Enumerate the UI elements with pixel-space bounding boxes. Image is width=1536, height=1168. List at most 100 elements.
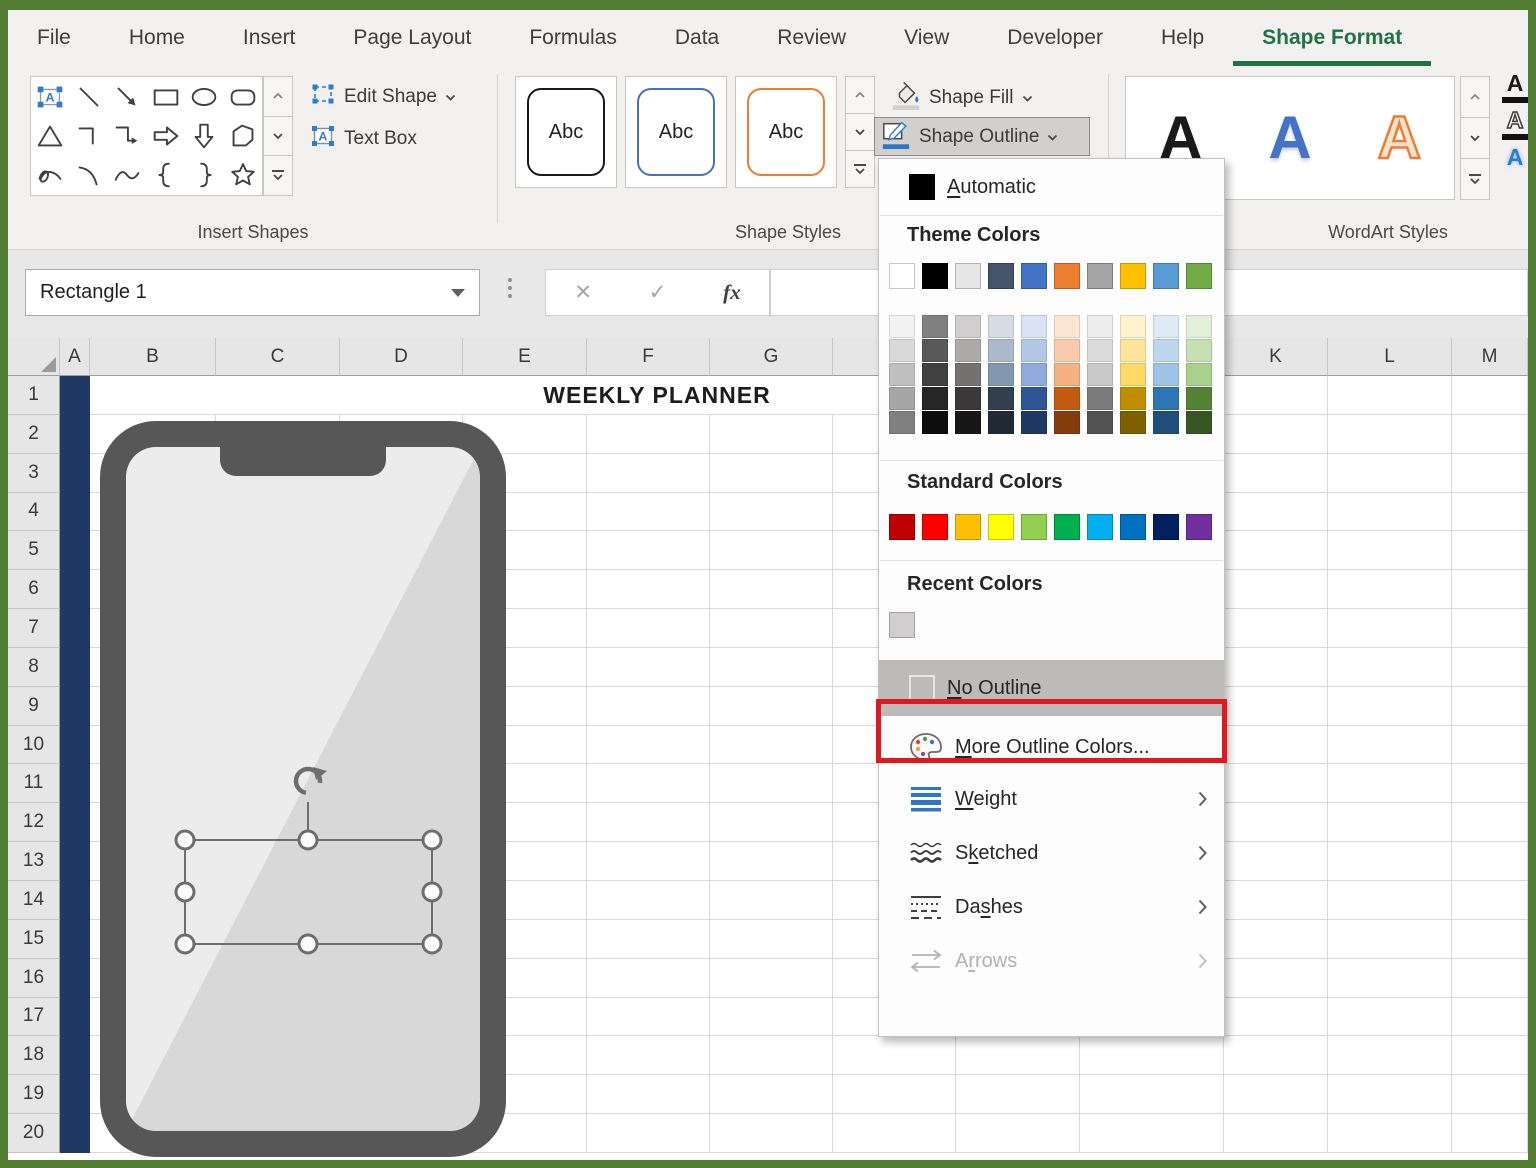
- standard-color-swatch[interactable]: [1120, 514, 1146, 540]
- text-outline-button[interactable]: A: [1500, 109, 1530, 140]
- theme-variant-swatch[interactable]: [1120, 315, 1146, 338]
- tab-view[interactable]: View: [875, 10, 978, 66]
- theme-variant-swatch[interactable]: [1186, 315, 1212, 338]
- theme-variant-swatch[interactable]: [955, 363, 981, 386]
- standard-color-swatch[interactable]: [1153, 514, 1179, 540]
- theme-variant-swatch[interactable]: [922, 411, 948, 434]
- theme-variant-swatch[interactable]: [1021, 411, 1047, 434]
- name-box[interactable]: Rectangle 1: [25, 269, 480, 316]
- standard-color-swatch[interactable]: [955, 514, 981, 540]
- curve-icon[interactable]: [108, 156, 147, 195]
- theme-variant-swatch[interactable]: [988, 339, 1014, 362]
- elbow-connector-icon[interactable]: [70, 116, 109, 155]
- gallery-scroll-down-icon[interactable]: [1460, 118, 1490, 159]
- menu-item-more-outline-colors[interactable]: More Outline Colors...: [879, 722, 1224, 772]
- theme-variant-swatch[interactable]: [1186, 411, 1212, 434]
- theme-color-swatch[interactable]: [1120, 263, 1146, 289]
- gallery-scroll-down-icon[interactable]: [263, 117, 293, 157]
- menu-item-sketched[interactable]: Sketched: [879, 826, 1224, 880]
- oval-icon[interactable]: [185, 77, 224, 116]
- theme-variant-swatch[interactable]: [1186, 339, 1212, 362]
- theme-variant-swatch[interactable]: [1153, 339, 1179, 362]
- gallery-more-icon[interactable]: [1460, 159, 1490, 200]
- tab-shape-format[interactable]: Shape Format: [1233, 10, 1431, 66]
- tab-home[interactable]: Home: [100, 10, 214, 66]
- theme-variant-swatch[interactable]: [922, 315, 948, 338]
- theme-variant-swatch[interactable]: [988, 411, 1014, 434]
- theme-variant-swatch[interactable]: [1087, 387, 1113, 410]
- shape-style-preset-1[interactable]: Abc: [515, 76, 617, 188]
- theme-variant-swatch[interactable]: [889, 387, 915, 410]
- theme-variant-swatch[interactable]: [988, 387, 1014, 410]
- tab-page-layout[interactable]: Page Layout: [324, 10, 500, 66]
- edit-shape-button[interactable]: Edit Shape: [304, 78, 462, 116]
- wordart-style-2[interactable]: A: [1268, 108, 1311, 168]
- theme-variant-swatch[interactable]: [1120, 387, 1146, 410]
- line-arrow-icon[interactable]: [108, 77, 147, 116]
- tab-developer[interactable]: Developer: [978, 10, 1132, 66]
- theme-variant-swatch[interactable]: [1021, 387, 1047, 410]
- cancel-icon[interactable]: ✕: [574, 280, 592, 305]
- freeform-icon[interactable]: [224, 116, 263, 155]
- wordart-style-3[interactable]: A: [1378, 108, 1421, 168]
- theme-variant-swatch[interactable]: [1153, 363, 1179, 386]
- standard-color-swatch[interactable]: [889, 514, 915, 540]
- phone-illustration[interactable]: [100, 421, 506, 1157]
- theme-variant-swatch[interactable]: [889, 339, 915, 362]
- theme-color-swatch[interactable]: [988, 263, 1014, 289]
- theme-variant-swatch[interactable]: [1087, 315, 1113, 338]
- tab-data[interactable]: Data: [646, 10, 748, 66]
- scribble-icon[interactable]: [31, 156, 70, 195]
- theme-variant-swatch[interactable]: [1054, 411, 1080, 434]
- theme-variant-swatch[interactable]: [1120, 363, 1146, 386]
- theme-variant-swatch[interactable]: [1186, 363, 1212, 386]
- text-fill-button[interactable]: A: [1500, 72, 1530, 103]
- shape-style-preset-3[interactable]: Abc: [735, 76, 837, 188]
- theme-variant-swatch[interactable]: [1087, 411, 1113, 434]
- theme-variant-swatch[interactable]: [988, 363, 1014, 386]
- tab-review[interactable]: Review: [748, 10, 875, 66]
- theme-variant-swatch[interactable]: [955, 315, 981, 338]
- left-brace-icon[interactable]: [147, 156, 186, 195]
- theme-variant-swatch[interactable]: [1120, 339, 1146, 362]
- menu-item-weight[interactable]: Weight: [879, 772, 1224, 826]
- menu-item-no-outline[interactable]: No Outline: [879, 660, 1224, 716]
- shape-style-preset-2[interactable]: Abc: [625, 76, 727, 188]
- theme-color-swatch[interactable]: [889, 263, 915, 289]
- gallery-scroll-down-icon[interactable]: [845, 114, 875, 151]
- triangle-icon[interactable]: [31, 116, 70, 155]
- insert-function-icon[interactable]: fx: [723, 280, 741, 305]
- theme-variant-swatch[interactable]: [1087, 363, 1113, 386]
- theme-variant-swatch[interactable]: [1120, 411, 1146, 434]
- shape-fill-button[interactable]: Shape Fill: [885, 76, 1039, 120]
- gallery-more-icon[interactable]: [263, 156, 293, 196]
- shape-outline-button[interactable]: Shape Outline: [874, 117, 1090, 156]
- theme-variant-swatch[interactable]: [955, 411, 981, 434]
- standard-color-swatch[interactable]: [1186, 514, 1212, 540]
- formula-bar-splitter[interactable]: [508, 278, 512, 298]
- theme-variant-swatch[interactable]: [1054, 363, 1080, 386]
- star-icon[interactable]: [224, 156, 263, 195]
- textbox-select-icon[interactable]: A: [31, 77, 70, 116]
- gallery-scroll-up-icon[interactable]: [263, 76, 293, 117]
- gallery-more-icon[interactable]: [845, 151, 875, 188]
- theme-variant-swatch[interactable]: [889, 363, 915, 386]
- block-arrow-right-icon[interactable]: [147, 116, 186, 155]
- name-box-dropdown-icon[interactable]: [451, 289, 465, 297]
- tab-formulas[interactable]: Formulas: [500, 10, 646, 66]
- theme-variant-swatch[interactable]: [1153, 411, 1179, 434]
- theme-variant-swatch[interactable]: [1021, 315, 1047, 338]
- rectangle-icon[interactable]: [147, 77, 186, 116]
- theme-variant-swatch[interactable]: [955, 387, 981, 410]
- theme-variant-swatch[interactable]: [1021, 339, 1047, 362]
- theme-color-swatch[interactable]: [955, 263, 981, 289]
- gallery-scroll-up-icon[interactable]: [1460, 76, 1490, 118]
- menu-item-automatic[interactable]: Automatic: [879, 165, 1224, 209]
- theme-color-swatch[interactable]: [922, 263, 948, 289]
- theme-variant-swatch[interactable]: [1021, 363, 1047, 386]
- theme-variant-swatch[interactable]: [1054, 387, 1080, 410]
- theme-variant-swatch[interactable]: [922, 363, 948, 386]
- standard-color-swatch[interactable]: [1021, 514, 1047, 540]
- right-brace-icon[interactable]: [185, 156, 224, 195]
- tab-insert[interactable]: Insert: [214, 10, 325, 66]
